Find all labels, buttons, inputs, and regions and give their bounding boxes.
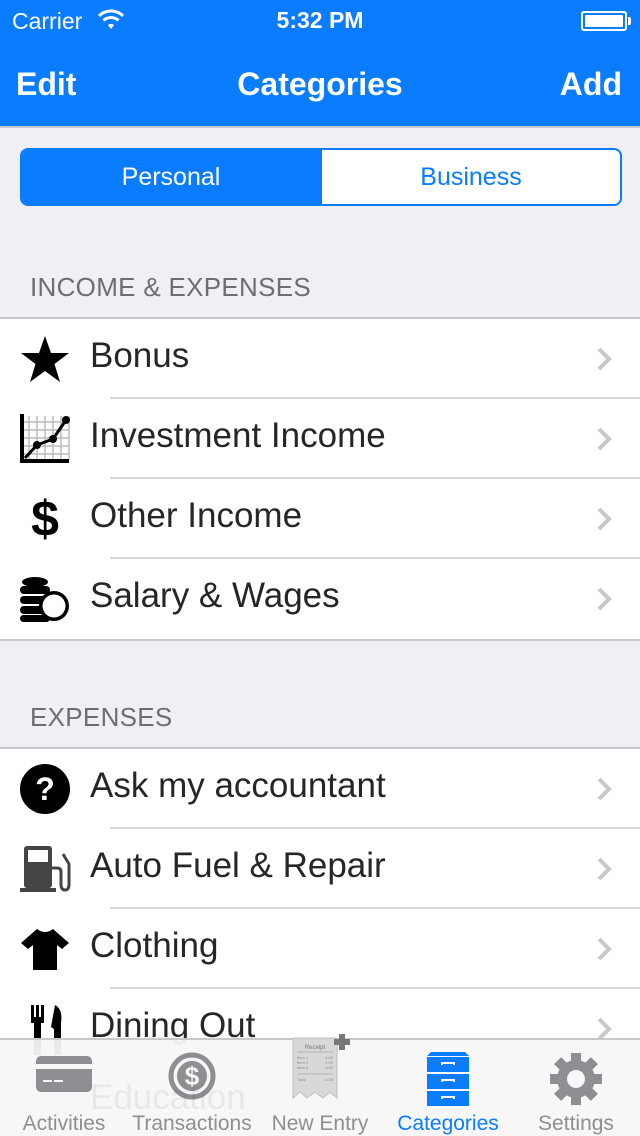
credit-card-icon	[36, 1056, 92, 1092]
list-item-salary-wages[interactable]: Salary & Wages	[0, 559, 640, 639]
tab-label: Settings	[538, 1112, 614, 1135]
segment-business[interactable]: Business	[320, 150, 620, 204]
chart-icon	[18, 413, 72, 465]
list-item-label: Auto Fuel & Repair	[90, 846, 386, 885]
chevron-right-icon	[597, 857, 612, 881]
status-bar: Carrier 5:32 PM	[0, 0, 640, 40]
tab-new-entry[interactable]: Receipt Item 1 1.00 Item 2 2.00 Item 3 3…	[256, 1034, 384, 1136]
chevron-right-icon	[597, 427, 612, 451]
tshirt-icon	[18, 923, 72, 975]
gear-icon	[550, 1053, 602, 1105]
account-type-segmented-control: Personal Business	[20, 148, 622, 206]
list-item-label: Salary & Wages	[90, 576, 340, 615]
receipt-total-value: 6.00	[325, 1077, 334, 1082]
list-item-label: Bonus	[90, 336, 190, 375]
page-title: Categories	[237, 66, 403, 102]
income-expenses-list: Bonus Investment Income $ Other Income S…	[0, 317, 640, 641]
section-header-expenses: EXPENSES	[30, 702, 173, 732]
segment-personal[interactable]: Personal	[22, 150, 320, 204]
list-item-label: Investment Income	[90, 416, 386, 455]
question-icon: ?	[18, 763, 72, 815]
list-item-label: Ask my accountant	[90, 766, 386, 805]
list-item-education-obscured: Education	[90, 1078, 246, 1117]
list-item-label: Clothing	[90, 926, 219, 965]
receipt-line-label: Item 3	[297, 1065, 309, 1070]
svg-text:?: ?	[35, 771, 55, 807]
battery-tip	[628, 17, 631, 25]
chevron-right-icon	[597, 507, 612, 531]
receipt-title: Receipt	[305, 1045, 326, 1051]
coins-icon	[18, 573, 72, 625]
fuel-pump-icon	[18, 843, 72, 895]
list-item-clothing[interactable]: Clothing	[0, 909, 640, 989]
list-item-investment-income[interactable]: Investment Income	[0, 399, 640, 479]
chevron-right-icon	[597, 347, 612, 371]
list-item-other-income[interactable]: $ Other Income	[0, 479, 640, 559]
tab-categories[interactable]: Categories	[384, 1040, 512, 1136]
receipt-icon: Receipt Item 1 1.00 Item 2 2.00 Item 3 3…	[292, 1034, 350, 1100]
receipt-line-value: 3.00	[325, 1065, 334, 1070]
navigation-bar: Carrier 5:32 PM Edit Categories Add	[0, 0, 640, 128]
add-button[interactable]: Add	[560, 66, 622, 103]
expenses-list: ? Ask my accountant Auto Fuel & Repair C…	[0, 747, 640, 1069]
dollar-icon: $	[31, 491, 59, 547]
section-header-income-expenses: INCOME & EXPENSES	[30, 272, 312, 302]
chevron-right-icon	[597, 587, 612, 611]
tab-settings[interactable]: Settings	[512, 1040, 640, 1136]
star-icon	[18, 333, 72, 385]
tab-label: Categories	[397, 1112, 499, 1135]
list-item-bonus[interactable]: Bonus	[0, 319, 640, 399]
file-cabinet-icon	[427, 1052, 469, 1106]
clock: 5:32 PM	[276, 7, 364, 33]
battery-icon	[581, 11, 627, 31]
list-item-label: Other Income	[90, 496, 303, 535]
receipt-total-label: Total	[297, 1077, 306, 1082]
chevron-right-icon	[597, 937, 612, 961]
list-item-auto-fuel-repair[interactable]: Auto Fuel & Repair	[0, 829, 640, 909]
list-item-ask-my-accountant[interactable]: ? Ask my accountant	[0, 749, 640, 829]
chevron-right-icon	[597, 777, 612, 801]
tab-label: New Entry	[271, 1112, 369, 1135]
